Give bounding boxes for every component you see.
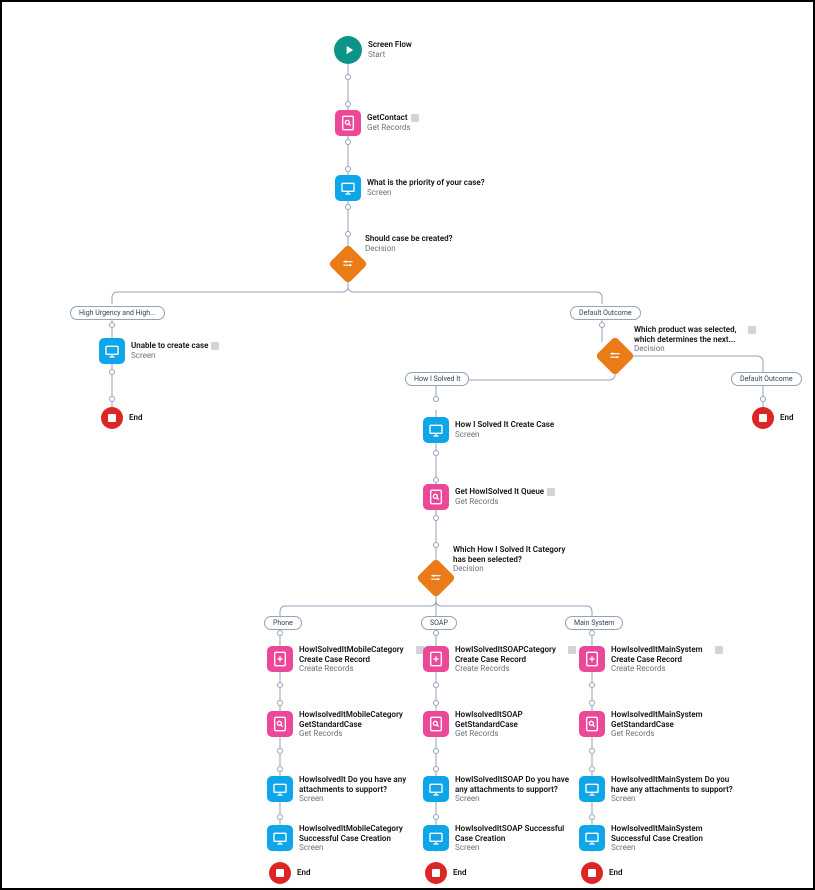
screen-icon [335,175,361,201]
end-icon [752,407,774,429]
get-contact-title: GetContact [367,113,408,122]
decision-icon [595,336,635,376]
should-create-label: Should case be created?Decision [365,234,453,253]
main-get-node[interactable]: HowIsolvedItMainSystemGetStandardCaseGet… [579,710,703,739]
phone-success-node[interactable]: HowIsolvedItMobileCategorySuccessful Cas… [267,824,403,853]
pill-default-outcome-1[interactable]: Default Outcome [570,306,641,320]
end-icon [425,862,447,884]
main-create-node[interactable]: HowIsolvedItMainSystemCreate Case Record… [579,645,720,674]
screen-icon [579,776,605,802]
soap-success-node[interactable]: HowIsolvedItSOAP SuccessfulCase Creation… [423,824,564,853]
pill-phone[interactable]: Phone [264,616,302,630]
create-records-icon [423,646,449,672]
priority-screen-node[interactable]: What is the priority of your case?Screen [335,175,485,201]
get-records-icon [267,711,293,737]
note-icon [568,646,576,654]
end-icon [581,862,603,884]
end-phone[interactable]: End [269,862,310,884]
get-records-icon [423,711,449,737]
soap-get-node[interactable]: HowIsolvedItSOAPGetStandardCaseGet Recor… [423,710,523,739]
start-sub: Start [368,50,412,60]
get-contact-sub: Get Records [367,123,419,133]
get-records-icon [335,110,361,136]
screen-icon [423,825,449,851]
create-records-icon [267,646,293,672]
unable-create-node[interactable]: Unable to create caseScreen [99,338,219,364]
get-records-icon [423,484,449,510]
get-his-queue-node[interactable]: Get HowISolved It QueueGet Records [423,484,555,510]
which-product-decision[interactable] [601,342,629,370]
which-product-label: Which product was selected,which determi… [634,325,753,354]
phone-create-node[interactable]: HowISolvedItMobileCategoryCreate Case Re… [267,645,421,674]
soap-create-node[interactable]: HowISolvedItSOAPCategoryCreate Case Reco… [423,645,573,674]
his-create-case-node[interactable]: How I Solved It Create CaseScreen [423,417,554,443]
screen-icon [423,776,449,802]
decision-icon [328,244,368,284]
start-node[interactable]: Screen FlowStart [334,36,412,64]
note-icon [715,646,723,654]
end-right[interactable]: End [752,407,793,429]
end-icon [269,862,291,884]
phone-get-node[interactable]: HowIsolvedItMobileCategoryGetStandardCas… [267,710,403,739]
note-icon [748,326,756,334]
screen-icon [423,417,449,443]
pill-default-outcome-2[interactable]: Default Outcome [731,372,802,386]
get-records-icon [579,711,605,737]
get-contact-node[interactable]: GetContactGet Records [335,110,419,136]
screen-icon [99,338,125,364]
main-attach-node[interactable]: HowIsolvedItMainSystem Do youhave any at… [579,775,733,804]
note-icon [211,342,219,350]
unable-title: Unable to create case [131,341,208,350]
start-title: Screen Flow [368,40,412,50]
end-icon [101,407,123,429]
pill-high-urgency[interactable]: High Urgency and High... [70,306,165,320]
phone-attach-node[interactable]: HowIsolvedIt Do you have anyattachments … [267,775,406,804]
note-icon [547,488,555,496]
note-icon [411,114,419,122]
priority-sub: Screen [367,188,485,198]
priority-title: What is the priority of your case? [367,178,485,188]
play-icon [334,36,362,64]
end-soap[interactable]: End [425,862,466,884]
main-success-node[interactable]: HowIsolvedItMainSystemSuccessful Case Cr… [579,824,703,853]
pill-soap[interactable]: SOAP [421,616,457,630]
pill-main-system[interactable]: Main System [565,616,623,630]
which-category-decision[interactable] [422,564,450,592]
pill-how-i-solved-it[interactable]: How I Solved It [405,372,469,386]
which-category-label: Which How I Solved It Categoryhas been s… [453,545,565,574]
screen-icon [267,825,293,851]
soap-attach-node[interactable]: HowISolvedItSOAP Do you haveany attachme… [423,775,569,804]
create-records-icon [579,646,605,672]
screen-icon [579,825,605,851]
screen-icon [267,776,293,802]
end-main[interactable]: End [581,862,622,884]
decision-icon [416,558,456,598]
should-create-decision[interactable] [334,250,362,278]
end-left[interactable]: End [101,407,142,429]
unable-sub: Screen [131,351,219,361]
